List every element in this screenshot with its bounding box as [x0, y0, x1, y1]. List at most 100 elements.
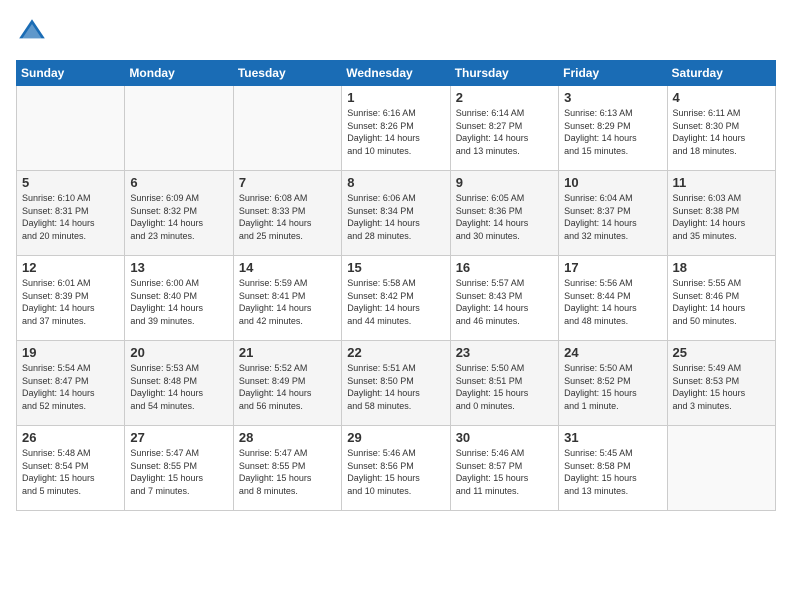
cell-content: Sunrise: 5:47 AM Sunset: 8:55 PM Dayligh… [130, 447, 227, 497]
day-number: 31 [564, 430, 661, 445]
calendar-cell: 17 Sunrise: 5:56 AM Sunset: 8:44 PM Dayli… [559, 256, 667, 341]
page-header [16, 16, 776, 48]
logo [16, 16, 52, 48]
cell-content: Sunrise: 5:51 AM Sunset: 8:50 PM Dayligh… [347, 362, 444, 412]
calendar-cell: 21 Sunrise: 5:52 AM Sunset: 8:49 PM Dayli… [233, 341, 341, 426]
day-number: 5 [22, 175, 119, 190]
calendar-cell: 4 Sunrise: 6:11 AM Sunset: 8:30 PM Daylig… [667, 86, 775, 171]
day-number: 28 [239, 430, 336, 445]
day-number: 25 [673, 345, 770, 360]
day-number: 22 [347, 345, 444, 360]
calendar-cell: 19 Sunrise: 5:54 AM Sunset: 8:47 PM Dayli… [17, 341, 125, 426]
cell-content: Sunrise: 6:05 AM Sunset: 8:36 PM Dayligh… [456, 192, 553, 242]
day-number: 12 [22, 260, 119, 275]
day-number: 10 [564, 175, 661, 190]
column-header-tuesday: Tuesday [233, 61, 341, 86]
calendar-cell: 31Sunrise: 5:45 AM Sunset: 8:58 PM Dayli… [559, 426, 667, 511]
day-number: 17 [564, 260, 661, 275]
day-number: 11 [673, 175, 770, 190]
calendar-cell: 1 Sunrise: 6:16 AM Sunset: 8:26 PM Daylig… [342, 86, 450, 171]
column-header-sunday: Sunday [17, 61, 125, 86]
column-header-thursday: Thursday [450, 61, 558, 86]
day-number: 21 [239, 345, 336, 360]
calendar-cell: 6 Sunrise: 6:09 AM Sunset: 8:32 PM Daylig… [125, 171, 233, 256]
calendar-cell [233, 86, 341, 171]
calendar-cell [125, 86, 233, 171]
calendar-cell: 20 Sunrise: 5:53 AM Sunset: 8:48 PM Dayli… [125, 341, 233, 426]
calendar-cell: 2 Sunrise: 6:14 AM Sunset: 8:27 PM Daylig… [450, 86, 558, 171]
calendar-cell: 14Sunrise: 5:59 AM Sunset: 8:41 PM Dayli… [233, 256, 341, 341]
cell-content: Sunrise: 6:16 AM Sunset: 8:26 PM Dayligh… [347, 107, 444, 157]
cell-content: Sunrise: 5:50 AM Sunset: 8:52 PM Dayligh… [564, 362, 661, 412]
cell-content: Sunrise: 5:52 AM Sunset: 8:49 PM Dayligh… [239, 362, 336, 412]
cell-content: Sunrise: 5:53 AM Sunset: 8:48 PM Dayligh… [130, 362, 227, 412]
calendar-cell: 29Sunrise: 5:46 AM Sunset: 8:56 PM Dayli… [342, 426, 450, 511]
day-number: 26 [22, 430, 119, 445]
cell-content: Sunrise: 6:09 AM Sunset: 8:32 PM Dayligh… [130, 192, 227, 242]
calendar-cell: 28 Sunrise: 5:47 AM Sunset: 8:55 PM Dayli… [233, 426, 341, 511]
column-header-wednesday: Wednesday [342, 61, 450, 86]
cell-content: Sunrise: 6:06 AM Sunset: 8:34 PM Dayligh… [347, 192, 444, 242]
cell-content: Sunrise: 6:11 AM Sunset: 8:30 PM Dayligh… [673, 107, 770, 157]
column-header-saturday: Saturday [667, 61, 775, 86]
cell-content: Sunrise: 6:03 AM Sunset: 8:38 PM Dayligh… [673, 192, 770, 242]
cell-content: Sunrise: 5:58 AM Sunset: 8:42 PM Dayligh… [347, 277, 444, 327]
calendar-cell: 22 Sunrise: 5:51 AM Sunset: 8:50 PM Dayli… [342, 341, 450, 426]
calendar-cell: 27 Sunrise: 5:47 AM Sunset: 8:55 PM Dayli… [125, 426, 233, 511]
calendar-cell: 10 Sunrise: 6:04 AM Sunset: 8:37 PM Dayli… [559, 171, 667, 256]
day-number: 6 [130, 175, 227, 190]
cell-content: Sunrise: 5:56 AM Sunset: 8:44 PM Dayligh… [564, 277, 661, 327]
day-number: 9 [456, 175, 553, 190]
cell-content: Sunrise: 5:46 AM Sunset: 8:57 PM Dayligh… [456, 447, 553, 497]
cell-content: Sunrise: 5:55 AM Sunset: 8:46 PM Dayligh… [673, 277, 770, 327]
day-number: 24 [564, 345, 661, 360]
calendar-cell: 7 Sunrise: 6:08 AM Sunset: 8:33 PM Daylig… [233, 171, 341, 256]
calendar-cell: 18 Sunrise: 5:55 AM Sunset: 8:46 PM Dayli… [667, 256, 775, 341]
calendar-cell: 26 Sunrise: 5:48 AM Sunset: 8:54 PM Dayli… [17, 426, 125, 511]
day-number: 1 [347, 90, 444, 105]
calendar-cell: 25 Sunrise: 5:49 AM Sunset: 8:53 PM Dayli… [667, 341, 775, 426]
day-number: 8 [347, 175, 444, 190]
cell-content: Sunrise: 6:04 AM Sunset: 8:37 PM Dayligh… [564, 192, 661, 242]
calendar-cell: 11 Sunrise: 6:03 AM Sunset: 8:38 PM Dayli… [667, 171, 775, 256]
calendar-cell: 24 Sunrise: 5:50 AM Sunset: 8:52 PM Dayli… [559, 341, 667, 426]
day-number: 14 [239, 260, 336, 275]
day-number: 19 [22, 345, 119, 360]
day-number: 4 [673, 90, 770, 105]
cell-content: Sunrise: 5:47 AM Sunset: 8:55 PM Dayligh… [239, 447, 336, 497]
calendar-cell: 3 Sunrise: 6:13 AM Sunset: 8:29 PM Daylig… [559, 86, 667, 171]
cell-content: Sunrise: 6:08 AM Sunset: 8:33 PM Dayligh… [239, 192, 336, 242]
calendar-cell: 8 Sunrise: 6:06 AM Sunset: 8:34 PM Daylig… [342, 171, 450, 256]
day-number: 30 [456, 430, 553, 445]
cell-content: Sunrise: 5:49 AM Sunset: 8:53 PM Dayligh… [673, 362, 770, 412]
cell-content: Sunrise: 6:10 AM Sunset: 8:31 PM Dayligh… [22, 192, 119, 242]
day-number: 7 [239, 175, 336, 190]
calendar-cell: 15 Sunrise: 5:58 AM Sunset: 8:42 PM Dayli… [342, 256, 450, 341]
day-number: 15 [347, 260, 444, 275]
day-number: 18 [673, 260, 770, 275]
calendar-cell: 13Sunrise: 6:00 AM Sunset: 8:40 PM Dayli… [125, 256, 233, 341]
cell-content: Sunrise: 6:01 AM Sunset: 8:39 PM Dayligh… [22, 277, 119, 327]
column-header-friday: Friday [559, 61, 667, 86]
calendar-cell: 16 Sunrise: 5:57 AM Sunset: 8:43 PM Dayli… [450, 256, 558, 341]
calendar-cell: 5 Sunrise: 6:10 AM Sunset: 8:31 PM Daylig… [17, 171, 125, 256]
cell-content: Sunrise: 6:13 AM Sunset: 8:29 PM Dayligh… [564, 107, 661, 157]
day-number: 2 [456, 90, 553, 105]
cell-content: Sunrise: 5:50 AM Sunset: 8:51 PM Dayligh… [456, 362, 553, 412]
calendar-cell: 30 Sunrise: 5:46 AM Sunset: 8:57 PM Dayli… [450, 426, 558, 511]
day-number: 3 [564, 90, 661, 105]
day-number: 29 [347, 430, 444, 445]
calendar-table: SundayMondayTuesdayWednesdayThursdayFrid… [16, 60, 776, 511]
logo-icon [16, 16, 48, 48]
day-number: 16 [456, 260, 553, 275]
calendar-cell: 12 Sunrise: 6:01 AM Sunset: 8:39 PM Dayli… [17, 256, 125, 341]
cell-content: Sunrise: 5:57 AM Sunset: 8:43 PM Dayligh… [456, 277, 553, 327]
day-number: 23 [456, 345, 553, 360]
day-number: 27 [130, 430, 227, 445]
cell-content: Sunrise: 6:14 AM Sunset: 8:27 PM Dayligh… [456, 107, 553, 157]
cell-content: Sunrise: 6:00 AM Sunset: 8:40 PM Dayligh… [130, 277, 227, 327]
day-number: 20 [130, 345, 227, 360]
cell-content: Sunrise: 5:48 AM Sunset: 8:54 PM Dayligh… [22, 447, 119, 497]
calendar-cell [667, 426, 775, 511]
cell-content: Sunrise: 5:54 AM Sunset: 8:47 PM Dayligh… [22, 362, 119, 412]
